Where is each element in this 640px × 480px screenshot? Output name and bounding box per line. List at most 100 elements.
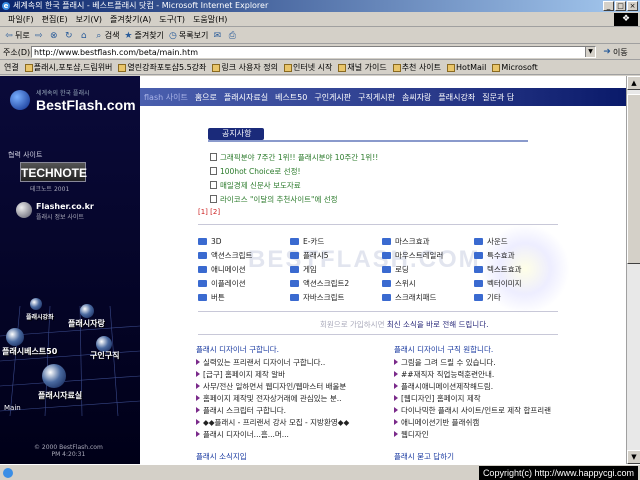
orb-flash-library[interactable]: 플래시자료실 [38, 390, 82, 401]
list-item[interactable]: ◆◆플래시 - 프리랜서 강사 모집 - 지방환영◆◆ [196, 416, 391, 428]
list-item[interactable]: 플래시애니메이션제작해드림. [394, 380, 589, 392]
category-item[interactable]: 로딩 [382, 264, 474, 275]
link-item[interactable]: 플래시,포토샵,드림위버 [24, 62, 112, 73]
category-item[interactable]: 스위시 [382, 278, 474, 289]
orb-flash-lecture[interactable]: 플래시강좌 [26, 312, 54, 321]
category-item[interactable]: 벡터이미지 [474, 278, 566, 289]
list-item[interactable]: 매일경제 신문사 보도자료 [210, 178, 378, 192]
category-item[interactable]: 버튼 [198, 292, 290, 303]
list-item[interactable]: 홈페이지 제작및 전자상거래에 관심있는 분.. [196, 392, 391, 404]
print-button[interactable]: ⎙ [227, 31, 238, 41]
go-button[interactable]: ➜ 이동 [602, 47, 628, 58]
address-input[interactable]: http://www.bestflash.com/beta/main.htm ▼ [31, 46, 596, 58]
menu-view[interactable]: 보기(V) [76, 14, 102, 25]
home-button[interactable]: ⌂ [79, 31, 90, 41]
link-item[interactable]: 추천 사이트 [392, 62, 441, 73]
technote-banner[interactable]: TECHNOTE [20, 162, 87, 182]
list-item[interactable]: 플래시 스크립터 구합니다. [196, 404, 391, 416]
link-item[interactable]: Microsoft [492, 63, 538, 72]
category-item[interactable]: 3D [198, 237, 290, 246]
list-item[interactable]: 애니메이션기반 플래쉬캠 [394, 416, 589, 428]
list-item[interactable]: 100hot Choice로 선정! [210, 164, 378, 178]
list-item[interactable]: 플래시 디자이너...흠...머... [196, 428, 391, 440]
board-title[interactable]: 플래시 묻고 답하기 [394, 451, 454, 462]
list-item[interactable]: 그림을 그려 드릴 수 있습니다. [394, 356, 589, 368]
nav-home[interactable]: 홈으로 [195, 92, 217, 103]
menu-favorites[interactable]: 즐겨찾기(A) [110, 14, 151, 25]
scroll-down-icon[interactable]: ▼ [627, 450, 640, 464]
scroll-thumb[interactable] [627, 94, 640, 264]
nav-lecture[interactable]: 플래시강좌 [438, 92, 475, 103]
nav-hiring-board[interactable]: 구인게시판 [314, 92, 351, 103]
category-item[interactable]: 텍스트효과 [474, 264, 566, 275]
link-item[interactable]: HotMail [447, 63, 486, 72]
nav-library[interactable]: 플래시자료실 [224, 92, 268, 103]
category-item[interactable]: 이플레이션 [198, 278, 290, 289]
nav-showcase[interactable]: 솜씨자랑 [402, 92, 431, 103]
link-item[interactable]: 채널 가이드 [338, 62, 387, 73]
link-item[interactable]: 열린강좌포토샵5.5강좌 [118, 62, 206, 73]
orb-sphere-icon[interactable] [6, 328, 24, 346]
category-item[interactable]: 자바스크립트 [290, 292, 382, 303]
list-item[interactable]: 웹디자인 [394, 428, 589, 440]
menu-edit[interactable]: 편집(E) [42, 14, 68, 25]
category-item[interactable]: E-카드 [290, 236, 382, 247]
bullet-icon [196, 419, 200, 425]
folder-icon [474, 251, 483, 259]
orb-flash-best50[interactable]: 플래시베스트50 [2, 346, 57, 357]
category-item[interactable]: 사운드 [474, 236, 566, 247]
site-logo[interactable]: 세계속의 한국 플래시 BestFlash.com [10, 84, 136, 116]
favorites-button[interactable]: ★ 즐겨찾기 [123, 30, 164, 41]
list-item[interactable]: 사무/전산 일하면서 웹디자인/웹마스터 배울분 [196, 380, 391, 392]
orb-sphere-icon[interactable] [42, 364, 66, 388]
category-item[interactable]: 플래시5 [290, 250, 382, 261]
maximize-icon[interactable]: □ [615, 1, 626, 11]
orb-flash-showcase[interactable]: 플래시자랑 [68, 318, 105, 329]
category-item[interactable]: 스크래치패드 [382, 292, 474, 303]
category-item[interactable]: 애니메이션 [198, 264, 290, 275]
category-item[interactable]: 특수효과 [474, 250, 566, 261]
category-item[interactable]: 마스크효과 [382, 236, 474, 247]
mail-button[interactable]: ✉ [212, 31, 223, 41]
chevron-down-icon[interactable]: ▼ [585, 47, 595, 57]
list-item[interactable]: [웹디자인] 홈페이지 제작 [394, 392, 589, 404]
orb-job-board[interactable]: 구인구직 [90, 350, 119, 361]
board-title[interactable]: 플래시 디자이너 구직 원합니다. [394, 344, 589, 356]
category-item[interactable]: 액션스크립트 [198, 250, 290, 261]
list-item[interactable]: 그래픽분야 7주간 1위!! 플래시분야 10주간 1위!! [210, 150, 378, 164]
stop-button[interactable]: ⊗ [49, 31, 60, 41]
list-item[interactable]: ##재직자 직업능력훈련안내. [394, 368, 589, 380]
refresh-button[interactable]: ↻ [64, 31, 75, 41]
history-button[interactable]: ◷ 목록보기 [168, 30, 208, 41]
orb-sphere-icon[interactable] [80, 304, 94, 318]
menu-help[interactable]: 도움말(H) [193, 14, 227, 25]
orb-sphere-icon[interactable] [30, 298, 42, 310]
scroll-up-icon[interactable]: ▲ [627, 76, 640, 90]
category-item[interactable]: 게임 [290, 264, 382, 275]
link-item[interactable]: 인터넷 시작 [284, 62, 332, 73]
board-title[interactable]: 플래시 소식지입 [196, 451, 247, 462]
nav-best50[interactable]: 베스트50 [275, 92, 307, 103]
search-button[interactable]: ⌕ 검색 [94, 30, 119, 41]
vertical-scrollbar[interactable]: ▲ ▼ [626, 76, 640, 464]
nav-qna[interactable]: 질문과 답 [482, 92, 514, 103]
flasher-banner[interactable]: Flasher.co.kr [36, 202, 94, 211]
category-item[interactable]: 기타 [474, 292, 566, 303]
category-item[interactable]: 마우스트레일러 [382, 250, 474, 261]
back-button[interactable]: ⇦ 뒤로 [4, 30, 30, 41]
category-item[interactable]: 액션스크립트2 [290, 278, 382, 289]
nav-seeking-board[interactable]: 구직게시판 [358, 92, 395, 103]
list-item[interactable]: 라이코스 "이달의 추천사이트"에 선정 [210, 192, 378, 206]
board-title[interactable]: 플래시 디자이너 구합니다. [196, 344, 391, 356]
list-item[interactable]: 다이나믹한 플래시 사이트/인트로 제작 합프리랜 [394, 404, 589, 416]
link-item[interactable]: 링크 사용자 정의 [212, 62, 278, 73]
favorites-label: 즐겨찾기 [134, 31, 164, 40]
list-item[interactable]: 실력있는 프리랜서 디자이너 구합니다.. [196, 356, 391, 368]
menu-tools[interactable]: 도구(T) [159, 14, 185, 25]
close-icon[interactable]: × [627, 1, 638, 11]
minimize-icon[interactable]: _ [603, 1, 614, 11]
forward-button[interactable]: ⇨ [34, 31, 45, 41]
list-item[interactable]: [급구] 홈페이지 제작 알바 [196, 368, 391, 380]
menu-file[interactable]: 파일(F) [8, 14, 34, 25]
notice-pager[interactable]: [1] [2] [198, 208, 220, 216]
